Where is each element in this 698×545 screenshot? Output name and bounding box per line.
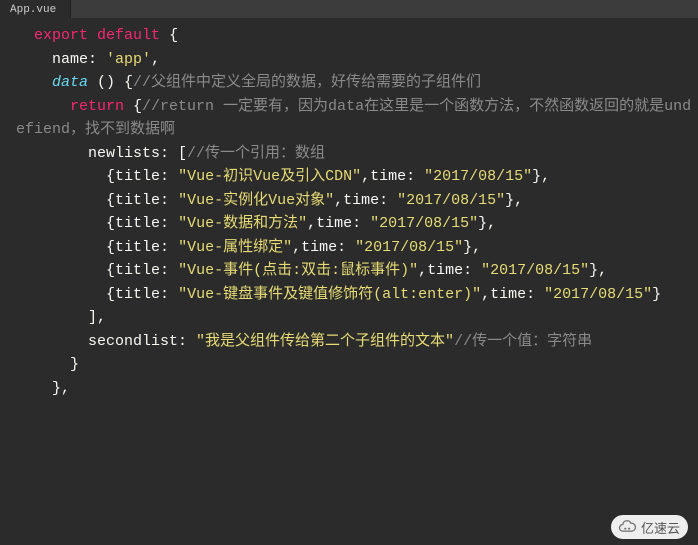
brace: { [160,27,178,44]
prop-name-key: name [52,51,88,68]
comment-newlists: //传一个引用：数组 [187,145,325,162]
watermark-text: 亿速云 [641,518,680,537]
prop-name-val: 'app' [106,51,151,68]
array-close: ], [88,309,106,326]
comment-secondlist: //传一个值：字符串 [454,333,592,350]
comment-data: //父组件中定义全局的数据，好传给需要的子组件们 [133,74,481,91]
prop-secondlist-val: "我是父组件传给第二个子组件的文本" [196,333,454,350]
code-content: export default { name: 'app', data () {/… [16,24,698,400]
item-title-val: "Vue-初识Vue及引入CDN" [178,168,361,185]
prop-data-key: data [52,74,88,91]
prop-secondlist-key: secondlist [88,333,178,350]
code-editor[interactable]: export default { name: 'app', data () {/… [0,18,698,400]
tab-app-vue[interactable]: App.vue [0,0,71,18]
tab-bar: App.vue [0,0,698,18]
item-time-val: "2017/08/15" [424,168,532,185]
prop-newlists-key: newlists [88,145,160,162]
cloud-icon [617,517,637,537]
kw-default: default [97,27,160,44]
item-title-key: title [115,168,160,185]
kw-export: export [34,27,88,44]
kw-return: return [70,98,124,115]
watermark-badge: 亿速云 [611,515,688,539]
gutter [0,24,12,544]
item-time-key: time [370,168,406,185]
brace-close: } [70,356,79,373]
tab-filename: App.vue [10,4,56,16]
brace-close-comma: }, [52,380,70,397]
